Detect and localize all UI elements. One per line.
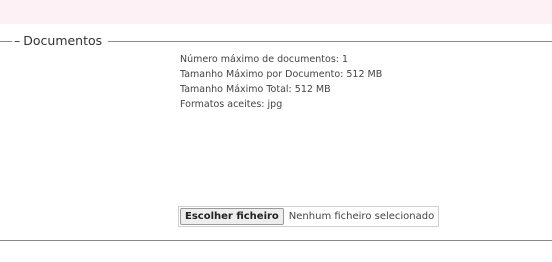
max-total-size-text: Tamanho Máximo Total: 512 MB <box>180 84 331 95</box>
documents-fieldset: – Documentos Número máximo de documentos:… <box>0 33 552 241</box>
legend-title: Documentos <box>23 33 103 48</box>
choose-file-button[interactable]: Escolher ficheiro <box>180 208 284 225</box>
documents-legend: – Documentos <box>12 33 109 49</box>
file-input[interactable]: Escolher ficheiro Nenhum ficheiro seleci… <box>178 206 440 227</box>
document-requirements: Número máximo de documentos: 1 Tamanho M… <box>180 52 382 112</box>
top-background-band <box>0 0 552 24</box>
accepted-formats-text: Formatos aceites: jpg <box>180 99 283 110</box>
max-size-per-document-text: Tamanho Máximo por Documento: 512 MB <box>180 69 383 80</box>
max-documents-text: Número máximo de documentos: 1 <box>180 54 349 65</box>
file-status-text: Nenhum ficheiro selecionado <box>288 211 435 222</box>
legend-dash: – <box>14 33 21 48</box>
